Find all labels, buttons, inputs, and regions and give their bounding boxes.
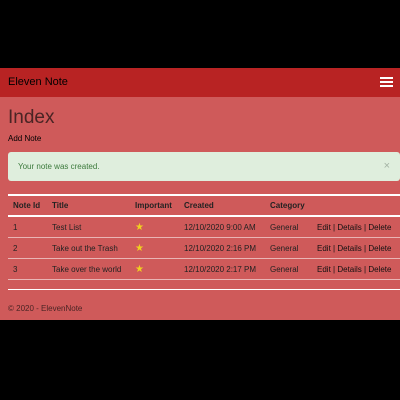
star-icon: ★ bbox=[135, 263, 144, 275]
add-note-link[interactable]: Add Note bbox=[8, 134, 41, 144]
cell-category: General bbox=[265, 258, 312, 280]
edit-link[interactable]: Edit bbox=[317, 244, 331, 253]
star-icon: ★ bbox=[135, 221, 144, 233]
cell-note-id: 1 bbox=[8, 216, 47, 238]
delete-link[interactable]: Delete bbox=[368, 223, 391, 232]
column-header-category: Category bbox=[265, 194, 312, 217]
cell-note-id: 2 bbox=[8, 237, 47, 259]
hamburger-bar bbox=[380, 81, 393, 83]
details-link[interactable]: Details bbox=[337, 244, 361, 253]
cell-created: 12/10/2020 2:17 PM bbox=[179, 258, 265, 280]
footer-divider bbox=[8, 289, 400, 290]
cell-important: ★ bbox=[130, 216, 179, 238]
alert-message: Your note was created. bbox=[18, 162, 100, 171]
edit-link[interactable]: Edit bbox=[317, 265, 331, 274]
cell-title: Test List bbox=[47, 216, 130, 238]
cell-important: ★ bbox=[130, 258, 179, 280]
column-header-note-id: Note Id bbox=[8, 194, 47, 217]
delete-link[interactable]: Delete bbox=[368, 244, 391, 253]
column-header-important: Important bbox=[130, 194, 179, 217]
cell-title: Take out the Trash bbox=[47, 237, 130, 259]
cell-actions: Edit | Details | Delete bbox=[312, 237, 400, 259]
cell-important: ★ bbox=[130, 237, 179, 259]
action-separator: | bbox=[364, 264, 367, 274]
navbar: Eleven Note bbox=[0, 68, 400, 97]
action-separator: | bbox=[333, 222, 336, 232]
cell-created: 12/10/2020 9:00 AM bbox=[179, 216, 265, 238]
details-link[interactable]: Details bbox=[337, 265, 361, 274]
cell-title: Take over the world bbox=[47, 258, 130, 280]
action-separator: | bbox=[333, 264, 336, 274]
column-header-title: Title bbox=[47, 194, 130, 217]
hamburger-menu-icon[interactable] bbox=[380, 75, 394, 89]
table-header-row: Note Id Title Important Created Category bbox=[8, 194, 400, 217]
app-window: Eleven Note Index Add Note Your note was… bbox=[0, 68, 400, 320]
table-row: 1 Test List ★ 12/10/2020 9:00 AM General… bbox=[8, 216, 400, 238]
table-row: 2 Take out the Trash ★ 12/10/2020 2:16 P… bbox=[8, 237, 400, 259]
table-row: 3 Take over the world ★ 12/10/2020 2:17 … bbox=[8, 258, 400, 280]
edit-link[interactable]: Edit bbox=[317, 223, 331, 232]
cell-actions: Edit | Details | Delete bbox=[312, 258, 400, 280]
hamburger-bar bbox=[380, 77, 393, 79]
cell-category: General bbox=[265, 237, 312, 259]
footer-copyright: © 2020 - ElevenNote bbox=[8, 304, 83, 313]
details-link[interactable]: Details bbox=[337, 223, 361, 232]
action-separator: | bbox=[364, 222, 367, 232]
success-alert: Your note was created. × bbox=[8, 152, 400, 181]
hamburger-bar bbox=[380, 85, 393, 87]
close-icon[interactable]: × bbox=[384, 160, 390, 172]
brand-link[interactable]: Eleven Note bbox=[8, 76, 68, 89]
action-separator: | bbox=[364, 243, 367, 253]
page-title: Index bbox=[8, 107, 55, 128]
action-separator: | bbox=[333, 243, 336, 253]
notes-table: Note Id Title Important Created Category… bbox=[8, 194, 400, 280]
delete-link[interactable]: Delete bbox=[368, 265, 391, 274]
cell-note-id: 3 bbox=[8, 258, 47, 280]
column-header-created: Created bbox=[179, 194, 265, 217]
cell-created: 12/10/2020 2:16 PM bbox=[179, 237, 265, 259]
star-icon: ★ bbox=[135, 242, 144, 254]
cell-category: General bbox=[265, 216, 312, 238]
cell-actions: Edit | Details | Delete bbox=[312, 216, 400, 238]
column-header-actions bbox=[312, 194, 400, 217]
